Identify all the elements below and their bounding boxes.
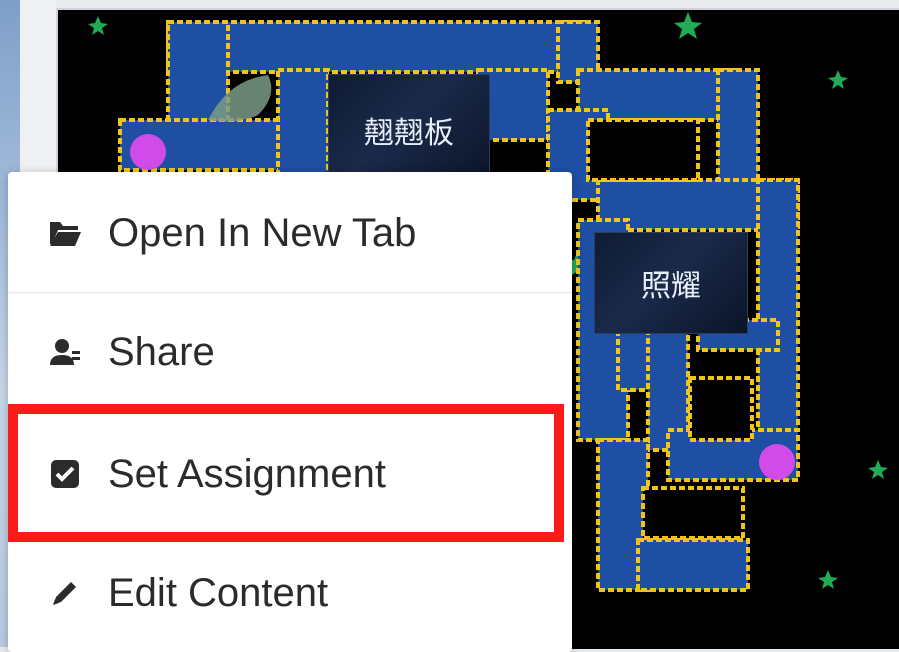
menu-item-label: Open In New Tab [108, 210, 417, 255]
context-menu: Open In New Tab Share Set Assignment Edi… [8, 172, 572, 652]
star-icon [674, 12, 702, 39]
word-block: 照耀 [594, 232, 748, 334]
word-block: 翹翹板 [328, 74, 490, 186]
menu-item-edit-content[interactable]: Edit Content [8, 534, 572, 652]
menu-item-set-assignment[interactable]: Set Assignment [8, 415, 572, 533]
menu-item-share[interactable]: Share [8, 293, 572, 411]
enemy-icon [759, 444, 795, 480]
user-share-icon [48, 335, 82, 369]
menu-item-label: Edit Content [108, 570, 329, 615]
star-icon [868, 460, 888, 479]
check-square-icon [48, 457, 82, 491]
menu-item-open-in-new-tab[interactable]: Open In New Tab [8, 174, 572, 292]
star-icon [818, 570, 838, 589]
enemy-icon [130, 134, 166, 170]
pencil-icon [48, 576, 82, 610]
menu-item-label: Share [108, 329, 215, 374]
star-icon [828, 70, 848, 89]
menu-item-label: Set Assignment [108, 451, 386, 496]
folder-open-icon [48, 216, 82, 250]
star-icon [88, 16, 108, 35]
